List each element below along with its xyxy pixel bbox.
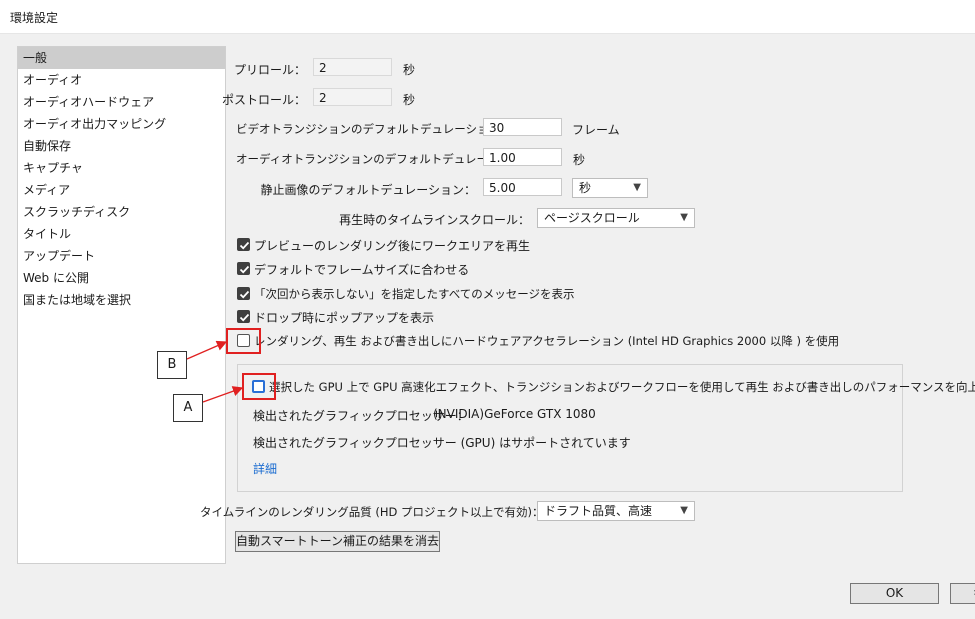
callout-a: A	[173, 394, 203, 422]
callout-b: B	[157, 351, 187, 379]
annotation-arrows	[186, 340, 244, 403]
